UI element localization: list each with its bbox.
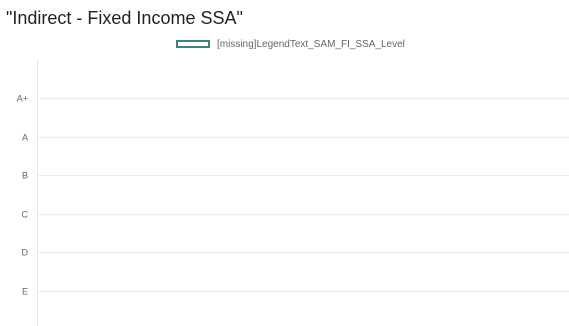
y-tick-label: C	[22, 210, 29, 220]
y-tick-label: D	[22, 248, 29, 258]
y-tick-label: B	[22, 171, 28, 181]
y-tick-label: A	[22, 133, 28, 143]
y-tick-label: E	[22, 287, 28, 297]
y-tick-label: A+	[17, 94, 28, 104]
chart-plot-area: A+ A B C D E	[17, 60, 569, 326]
